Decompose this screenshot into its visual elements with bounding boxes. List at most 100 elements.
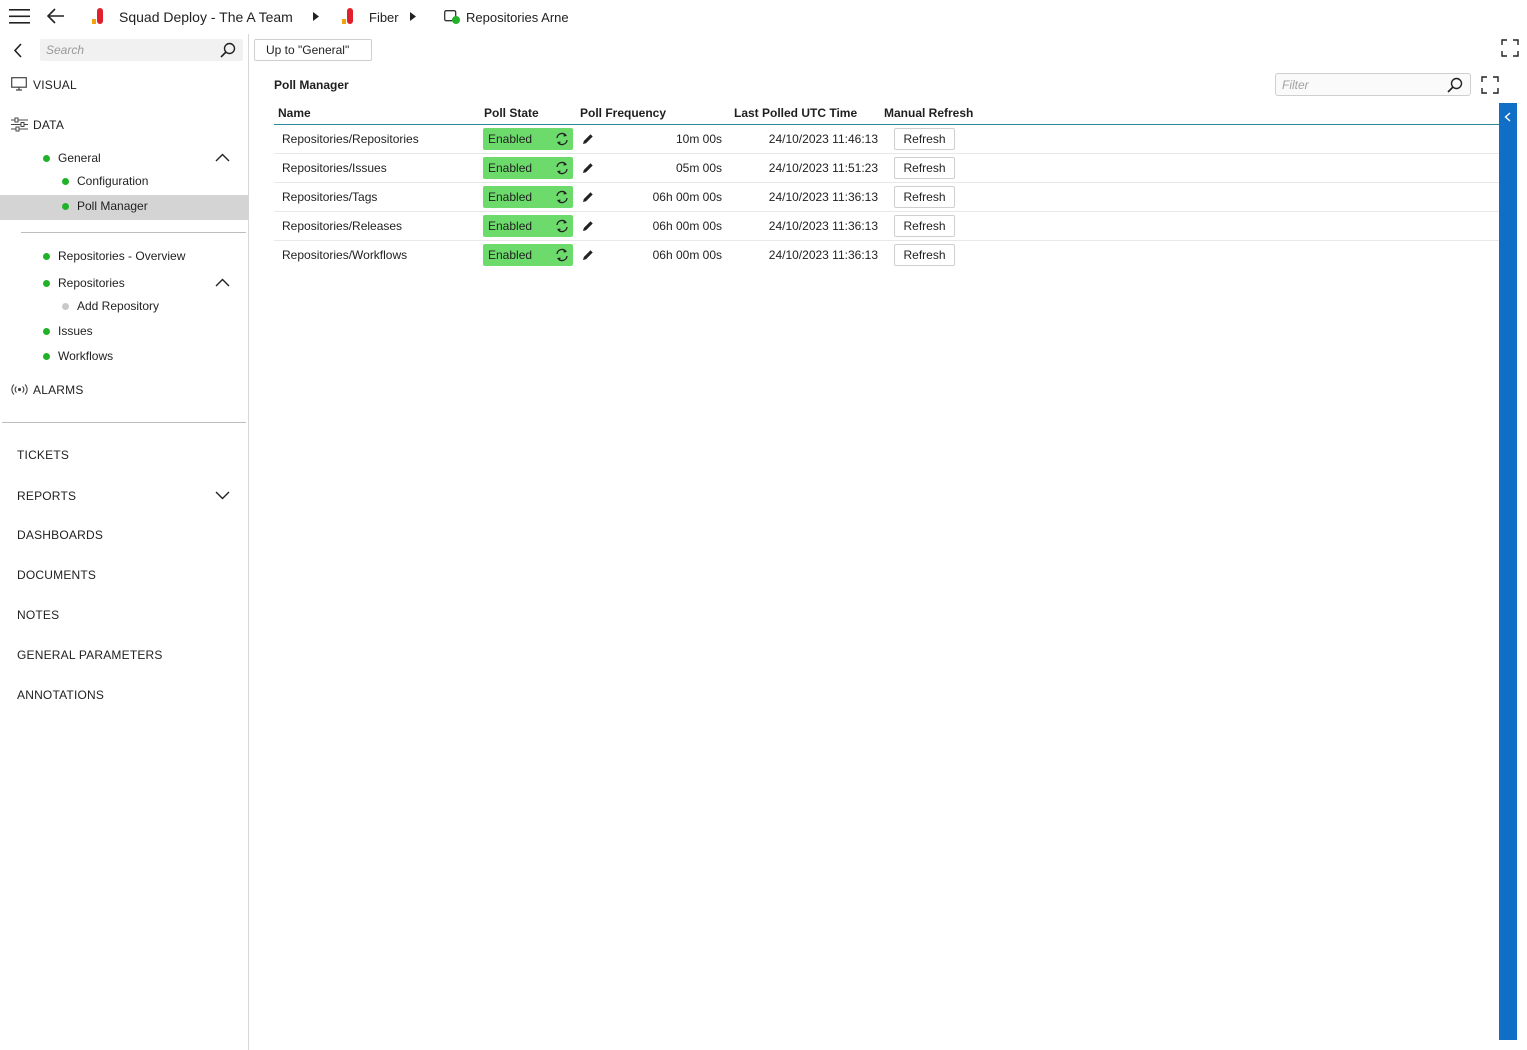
fullscreen-icon[interactable] xyxy=(1501,39,1519,57)
nav-reports[interactable]: REPORTS xyxy=(17,489,76,503)
status-dot xyxy=(62,302,69,310)
nav-notes[interactable]: NOTES xyxy=(17,608,59,622)
page-title: Poll Manager xyxy=(274,78,349,92)
cell-name: Repositories/Releases xyxy=(274,211,480,241)
pencil-icon[interactable] xyxy=(582,220,594,232)
cell-frequency: 10m 00s xyxy=(675,131,722,146)
status-dot xyxy=(43,279,50,287)
back-arrow-icon[interactable] xyxy=(47,8,65,24)
pencil-icon[interactable] xyxy=(582,133,594,145)
caret-right-icon[interactable] xyxy=(313,12,319,21)
cell-last-polled: 24/10/2023 11:36:13 xyxy=(768,247,878,262)
tree-item-general[interactable]: General xyxy=(43,148,101,168)
chevron-left-icon[interactable] xyxy=(13,43,23,58)
search-icon[interactable] xyxy=(220,42,236,58)
search-icon[interactable] xyxy=(1447,77,1463,93)
divider xyxy=(21,232,246,233)
search-field[interactable] xyxy=(40,39,243,61)
sidebar: VISUAL DATA General Configuration Poll M… xyxy=(0,34,249,1050)
main-panel: Up to "General" Poll Manager Name Poll S… xyxy=(250,34,1527,1050)
monitor-icon xyxy=(11,77,27,91)
column-header-frequency[interactable]: Poll Frequency xyxy=(576,102,730,125)
sliders-icon xyxy=(11,117,28,132)
sync-icon xyxy=(555,161,569,175)
table-row: Repositories/Repositories Enabled 10m 00… xyxy=(274,124,1499,154)
poll-state-label: Enabled xyxy=(488,247,533,262)
status-dot xyxy=(43,252,50,260)
chevron-up-icon[interactable] xyxy=(215,153,230,162)
cell-name: Repositories/Tags xyxy=(274,182,480,212)
fullscreen-icon[interactable] xyxy=(1481,76,1499,94)
pencil-icon[interactable] xyxy=(582,162,594,174)
nav-annotations[interactable]: ANNOTATIONS xyxy=(17,688,104,702)
collapse-icon[interactable] xyxy=(1504,112,1511,122)
cell-name: Repositories/Workflows xyxy=(282,247,408,262)
column-header-last-polled[interactable]: Last Polled UTC Time xyxy=(730,102,880,125)
poll-state-label: Enabled xyxy=(488,160,533,175)
cell-frequency: 06h 00m 00s xyxy=(652,218,722,233)
cell-frequency: 06h 00m 00s xyxy=(652,247,722,262)
status-dot xyxy=(43,154,50,162)
antenna-icon xyxy=(10,383,29,396)
tree-item-add-repository[interactable]: Add Repository xyxy=(62,296,159,316)
status-dot xyxy=(43,327,50,335)
breadcrumb-service[interactable]: Repositories Arne xyxy=(466,10,569,25)
tree-item-workflows[interactable]: Workflows xyxy=(43,346,113,366)
tree-item-repositories[interactable]: Repositories xyxy=(43,273,125,293)
service-icon xyxy=(444,10,461,25)
poll-state-toggle[interactable]: Enabled xyxy=(483,185,573,208)
element-icon xyxy=(341,8,355,26)
filter-field[interactable] xyxy=(1275,73,1471,96)
tree-item-poll-manager[interactable]: Poll Manager xyxy=(62,196,148,216)
nav-tickets[interactable]: TICKETS xyxy=(17,448,69,462)
breadcrumb-element[interactable]: Squad Deploy - The A Team xyxy=(119,9,293,25)
cell-name: Repositories/Repositories xyxy=(274,124,480,154)
cell-last-polled: 24/10/2023 11:51:23 xyxy=(730,153,880,183)
nav-documents[interactable]: DOCUMENTS xyxy=(17,568,96,582)
nav-dashboards[interactable]: DASHBOARDS xyxy=(17,528,103,542)
column-header-manual-refresh[interactable]: Manual Refresh xyxy=(880,102,1499,125)
pencil-icon[interactable] xyxy=(582,191,594,203)
poll-state-label: Enabled xyxy=(488,218,533,233)
tree-item-label: Workflows xyxy=(58,349,114,363)
table-row: Repositories/Tags Enabled 06h 00m 00s 24… xyxy=(274,182,1499,212)
top-bar: Squad Deploy - The A Team Fiber Reposito… xyxy=(0,0,1527,34)
table-row: Repositories/Issues Enabled 05m 00s 24/1… xyxy=(274,153,1499,183)
filter-input[interactable] xyxy=(1276,74,1436,95)
poll-state-toggle[interactable]: Enabled xyxy=(483,214,573,237)
refresh-button[interactable]: Refresh xyxy=(894,156,955,179)
chevron-up-icon[interactable] xyxy=(215,278,230,287)
refresh-button[interactable]: Refresh xyxy=(894,185,955,208)
caret-right-icon[interactable] xyxy=(410,12,416,21)
table-header-row: Name Poll State Poll Frequency Last Poll… xyxy=(274,102,1499,125)
poll-table: Name Poll State Poll Frequency Last Poll… xyxy=(274,102,1499,269)
sync-icon xyxy=(555,248,569,262)
nav-general-parameters[interactable]: GENERAL PARAMETERS xyxy=(17,648,163,662)
breadcrumb-fiber[interactable]: Fiber xyxy=(369,10,399,25)
up-to-general-button[interactable]: Up to "General" xyxy=(254,39,372,61)
section-visual[interactable]: VISUAL xyxy=(33,78,77,92)
refresh-button[interactable]: Refresh xyxy=(894,243,955,266)
search-input[interactable] xyxy=(40,39,210,61)
chevron-down-icon[interactable] xyxy=(215,491,230,500)
pencil-icon[interactable] xyxy=(582,249,594,261)
poll-state-toggle[interactable]: Enabled xyxy=(483,243,573,266)
cell-last-polled: 24/10/2023 11:36:13 xyxy=(730,211,880,241)
tree-item-configuration[interactable]: Configuration xyxy=(62,171,148,191)
side-panel-strip[interactable] xyxy=(1499,103,1517,1040)
tree-item-repositories-overview[interactable]: Repositories - Overview xyxy=(43,246,185,266)
column-header-name[interactable]: Name xyxy=(274,102,480,125)
column-header-state[interactable]: Poll State xyxy=(480,102,576,125)
refresh-button[interactable]: Refresh xyxy=(894,127,955,150)
status-dot xyxy=(62,177,69,185)
sync-icon xyxy=(555,190,569,204)
poll-state-toggle[interactable]: Enabled xyxy=(483,156,573,179)
tree-item-issues[interactable]: Issues xyxy=(43,321,93,341)
poll-state-toggle[interactable]: Enabled xyxy=(483,127,573,150)
hamburger-icon[interactable] xyxy=(9,8,31,25)
refresh-button[interactable]: Refresh xyxy=(894,214,955,237)
section-alarms[interactable]: ALARMS xyxy=(33,383,84,397)
table-row: Repositories/Releases Enabled 06h 00m 00… xyxy=(274,211,1499,241)
section-data[interactable]: DATA xyxy=(33,118,64,132)
tree-item-label: Repositories xyxy=(58,276,125,290)
